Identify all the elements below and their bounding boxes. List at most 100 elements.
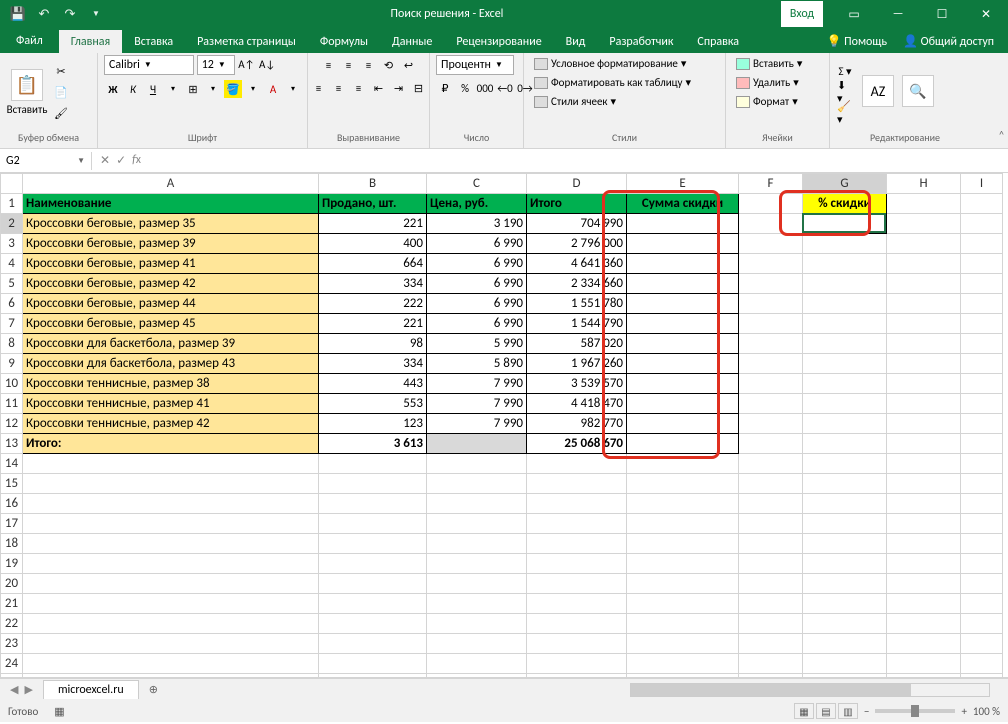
cell-F11[interactable] — [739, 394, 803, 414]
cell-B12[interactable]: 123 — [319, 414, 427, 434]
cell-A15[interactable] — [23, 474, 319, 494]
cell-G3[interactable] — [803, 234, 887, 254]
cell-I5[interactable] — [961, 274, 1003, 294]
zoom-slider[interactable] — [875, 709, 955, 713]
row-header-11[interactable]: 11 — [1, 394, 23, 414]
cell-C23[interactable] — [427, 634, 527, 654]
col-header-G[interactable]: G — [803, 174, 887, 194]
font-color-dropdown-icon[interactable]: ▾ — [284, 80, 302, 98]
cell-E20[interactable] — [627, 574, 739, 594]
percent-icon[interactable]: % — [456, 79, 474, 97]
maximize-icon[interactable]: ☐ — [920, 0, 964, 28]
cell-I20[interactable] — [961, 574, 1003, 594]
row-header-24[interactable]: 24 — [1, 654, 23, 674]
row-header-3[interactable]: 3 — [1, 234, 23, 254]
cell-I9[interactable] — [961, 354, 1003, 374]
cell-I22[interactable] — [961, 614, 1003, 634]
cell-F18[interactable] — [739, 534, 803, 554]
clear-icon[interactable]: 🧹 ▾ — [836, 104, 854, 122]
wrap-text-icon[interactable]: ↩ — [400, 56, 418, 74]
cell-E22[interactable] — [627, 614, 739, 634]
cell-C20[interactable] — [427, 574, 527, 594]
cell-C17[interactable] — [427, 514, 527, 534]
cell-E6[interactable] — [627, 294, 739, 314]
cell-D17[interactable] — [527, 514, 627, 534]
cell-C7[interactable]: 6 990 — [427, 314, 527, 334]
col-header-F[interactable]: F — [739, 174, 803, 194]
cell-A20[interactable] — [23, 574, 319, 594]
cell-D16[interactable] — [527, 494, 627, 514]
cell-E9[interactable] — [627, 354, 739, 374]
italic-button[interactable]: К — [124, 80, 142, 98]
zoom-in-icon[interactable]: + — [961, 705, 966, 718]
cell-E16[interactable] — [627, 494, 739, 514]
name-box[interactable]: G2▼ — [0, 152, 92, 170]
cell-F14[interactable] — [739, 454, 803, 474]
cell-H6[interactable] — [887, 294, 961, 314]
col-header-A[interactable]: A — [23, 174, 319, 194]
tab-review[interactable]: Рецензирование — [444, 30, 553, 53]
cell-I17[interactable] — [961, 514, 1003, 534]
cell-I7[interactable] — [961, 314, 1003, 334]
cell-E24[interactable] — [627, 654, 739, 674]
align-bottom-icon[interactable]: ≡ — [360, 56, 378, 74]
cell-D12[interactable]: 982 770 — [527, 414, 627, 434]
font-name-combo[interactable]: Calibri▼ — [104, 55, 194, 75]
cell-E13[interactable] — [627, 434, 739, 454]
cell-A16[interactable] — [23, 494, 319, 514]
cell-A9[interactable]: Кроссовки для баскетбола, размер 43 — [23, 354, 319, 374]
cell-C4[interactable]: 6 990 — [427, 254, 527, 274]
font-color-button[interactable]: A — [264, 80, 282, 98]
find-select-button[interactable]: 🔍 — [902, 75, 934, 109]
cell-E15[interactable] — [627, 474, 739, 494]
sheet-nav-prev-icon[interactable]: ◀ — [10, 683, 18, 696]
cell-C19[interactable] — [427, 554, 527, 574]
cell-A12[interactable]: Кроссовки теннисные, размер 42 — [23, 414, 319, 434]
col-header-H[interactable]: H — [887, 174, 961, 194]
cell-D9[interactable]: 1 967 260 — [527, 354, 627, 374]
undo-icon[interactable]: ↶ — [34, 4, 54, 24]
cell-B7[interactable]: 221 — [319, 314, 427, 334]
tab-home[interactable]: Главная — [59, 30, 122, 53]
cell-B14[interactable] — [319, 454, 427, 474]
cell-B23[interactable] — [319, 634, 427, 654]
cell-C10[interactable]: 7 990 — [427, 374, 527, 394]
cell-D8[interactable]: 587 020 — [527, 334, 627, 354]
cell-C6[interactable]: 6 990 — [427, 294, 527, 314]
cell-A24[interactable] — [23, 654, 319, 674]
cell-G17[interactable] — [803, 514, 887, 534]
cell-I21[interactable] — [961, 594, 1003, 614]
cell-A11[interactable]: Кроссовки теннисные, размер 41 — [23, 394, 319, 414]
cell-F6[interactable] — [739, 294, 803, 314]
cell-C1[interactable]: Цена, руб. — [427, 194, 527, 214]
cell-F20[interactable] — [739, 574, 803, 594]
namebox-dropdown-icon[interactable]: ▼ — [77, 156, 85, 166]
cell-H21[interactable] — [887, 594, 961, 614]
col-header-B[interactable]: B — [319, 174, 427, 194]
cell-I23[interactable] — [961, 634, 1003, 654]
cell-D7[interactable]: 1 544 790 — [527, 314, 627, 334]
cell-F23[interactable] — [739, 634, 803, 654]
row-header-23[interactable]: 23 — [1, 634, 23, 654]
cell-H19[interactable] — [887, 554, 961, 574]
cell-B3[interactable]: 400 — [319, 234, 427, 254]
tab-insert[interactable]: Вставка — [122, 30, 185, 53]
cell-A14[interactable] — [23, 454, 319, 474]
cell-C21[interactable] — [427, 594, 527, 614]
cell-I14[interactable] — [961, 454, 1003, 474]
enter-formula-icon[interactable]: ✓ — [116, 153, 126, 168]
tab-file[interactable]: Файл — [0, 29, 59, 53]
cell-A18[interactable] — [23, 534, 319, 554]
row-header-6[interactable]: 6 — [1, 294, 23, 314]
cell-G1[interactable]: % скидки — [803, 194, 887, 214]
cell-styles-button[interactable]: Стили ячеек ▾ — [530, 93, 620, 110]
cell-H13[interactable] — [887, 434, 961, 454]
cell-C11[interactable]: 7 990 — [427, 394, 527, 414]
cell-F2[interactable] — [739, 214, 803, 234]
cell-G6[interactable] — [803, 294, 887, 314]
decrease-font-icon[interactable]: A↓ — [258, 56, 276, 74]
cell-H22[interactable] — [887, 614, 961, 634]
save-icon[interactable]: 💾 — [8, 4, 28, 24]
sort-filter-button[interactable]: AZ — [862, 75, 894, 109]
cell-I3[interactable] — [961, 234, 1003, 254]
